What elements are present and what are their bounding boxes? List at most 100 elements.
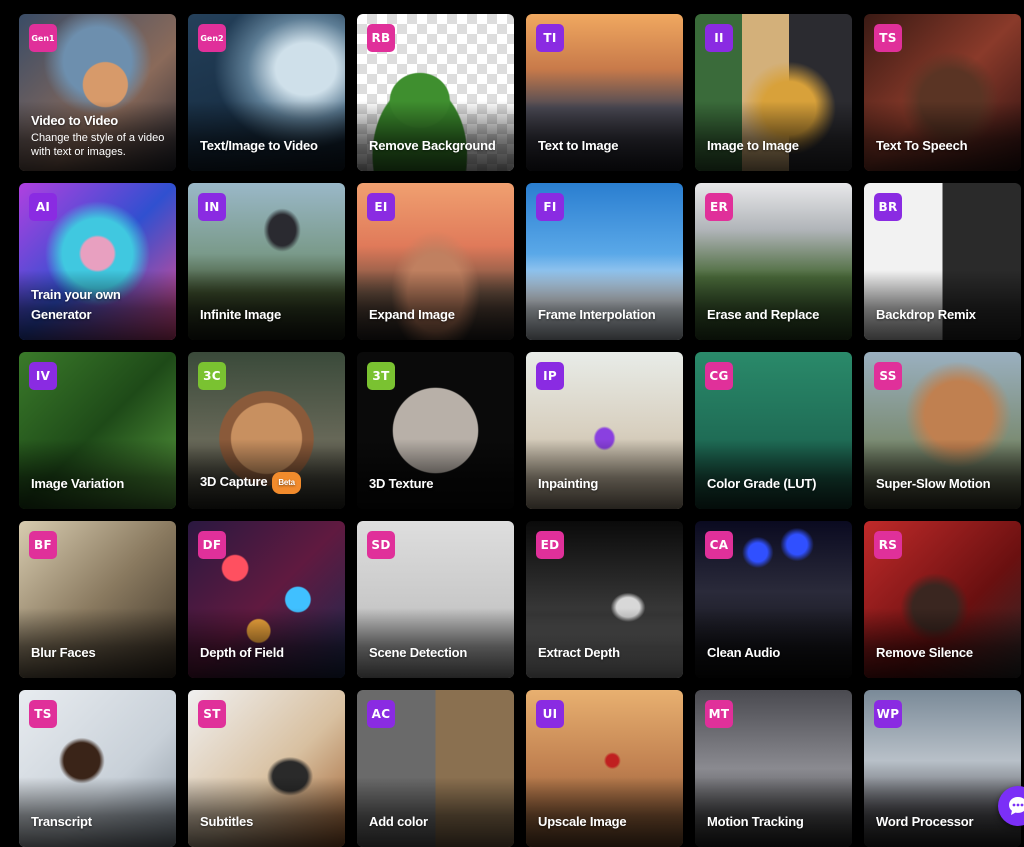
tool-card[interactable]: MT Motion Tracking (695, 690, 852, 847)
tool-title: Video to Video (31, 111, 168, 131)
tool-card[interactable]: WP Word Processor (864, 690, 1021, 847)
tool-title: Image to Image (707, 136, 844, 156)
tool-title-text: Add color (369, 814, 428, 829)
tool-title: Word Processor (876, 812, 1013, 832)
tool-badge: CA (705, 531, 733, 559)
tool-title: Backdrop Remix (876, 305, 1013, 325)
tool-title: Super-Slow Motion (876, 474, 1013, 494)
tool-title: Expand Image (369, 305, 506, 325)
tool-title: Text/Image to Video (200, 136, 337, 156)
tool-title-text: Depth of Field (200, 645, 284, 660)
tool-title-text: Text/Image to Video (200, 138, 318, 153)
tool-badge: CG (705, 362, 733, 390)
tool-card[interactable]: BF Blur Faces (19, 521, 176, 678)
tool-card[interactable]: ED Extract Depth (526, 521, 683, 678)
tool-card[interactable]: 3T 3D Texture (357, 352, 514, 509)
tool-title-text: Text To Speech (876, 138, 968, 153)
tool-badge: RS (874, 531, 902, 559)
tool-title-text: Frame Interpolation (538, 307, 656, 322)
tool-title: 3D Capture Beta (200, 472, 337, 494)
tool-card[interactable]: AC Add color (357, 690, 514, 847)
tool-card[interactable]: SD Scene Detection (357, 521, 514, 678)
tool-title-text: Clean Audio (707, 645, 781, 660)
tool-card[interactable]: Gen2 Text/Image to Video (188, 14, 345, 171)
tool-title: Remove Silence (876, 643, 1013, 663)
tool-card[interactable]: 3C 3D Capture Beta (188, 352, 345, 509)
tool-title: Clean Audio (707, 643, 844, 663)
tool-title: Text to Image (538, 136, 675, 156)
tool-badge: BF (29, 531, 57, 559)
tool-card[interactable]: ER Erase and Replace (695, 183, 852, 340)
tool-title-text: 3D Capture (200, 474, 268, 489)
tool-title-text: Image to Image (707, 138, 799, 153)
tool-card[interactable]: BR Backdrop Remix (864, 183, 1021, 340)
tool-title-text: Remove Silence (876, 645, 973, 660)
tool-card[interactable]: TS Transcript (19, 690, 176, 847)
beta-badge: Beta (272, 472, 301, 494)
tool-title-text: Scene Detection (369, 645, 468, 660)
tool-card[interactable]: UI Upscale Image (526, 690, 683, 847)
tool-card[interactable]: AI Train your own Generator (19, 183, 176, 340)
tool-card[interactable]: IP Inpainting (526, 352, 683, 509)
tool-badge: ER (705, 193, 733, 221)
tool-title: Subtitles (200, 812, 337, 832)
tool-badge: MT (705, 700, 733, 728)
tool-title-text: Super-Slow Motion (876, 476, 991, 491)
tool-badge: ED (536, 531, 564, 559)
tool-title: Motion Tracking (707, 812, 844, 832)
tool-title-text: Infinite Image (200, 307, 281, 322)
tool-title-text: Word Processor (876, 814, 974, 829)
tool-title-text: Expand Image (369, 307, 455, 322)
tool-badge: Gen1 (29, 24, 57, 52)
tool-title-text: Extract Depth (538, 645, 620, 660)
tool-title: Scene Detection (369, 643, 506, 663)
tool-title: Add color (369, 812, 506, 832)
tool-card[interactable]: CG Color Grade (LUT) (695, 352, 852, 509)
tool-card[interactable]: FI Frame Interpolation (526, 183, 683, 340)
tool-badge: IN (198, 193, 226, 221)
tool-badge: DF (198, 531, 226, 559)
tool-description: Change the style of a video with text or… (31, 132, 165, 158)
tool-card[interactable]: ST Subtitles (188, 690, 345, 847)
tool-title-text: Image Variation (31, 476, 125, 491)
tool-badge: 3T (367, 362, 395, 390)
tool-card[interactable]: II Image to Image (695, 14, 852, 171)
tool-title: Depth of Field (200, 643, 337, 663)
tool-title: Transcript (31, 812, 168, 832)
tool-card[interactable]: RS Remove Silence (864, 521, 1021, 678)
tool-title: Infinite Image (200, 305, 337, 325)
tool-title: Blur Faces (31, 643, 168, 663)
tool-badge: II (705, 24, 733, 52)
tool-title-text: Motion Tracking (707, 814, 804, 829)
tool-title-text: Transcript (31, 814, 92, 829)
tool-title: Train your own Generator (31, 285, 168, 325)
tool-title: Remove Background (369, 136, 506, 156)
tool-title: Inpainting (538, 474, 675, 494)
tool-card[interactable]: IV Image Variation (19, 352, 176, 509)
tool-title: 3D Texture (369, 474, 506, 494)
tool-title-text: Upscale Image (538, 814, 627, 829)
tool-card[interactable]: Gen1 Video to Video Change the style of a … (19, 14, 176, 171)
tool-badge: SD (367, 531, 395, 559)
tool-title: Image Variation (31, 474, 168, 494)
tool-badge: TI (536, 24, 564, 52)
tool-badge: EI (367, 193, 395, 221)
tools-grid: Gen1 Video to Video Change the style of a … (0, 0, 1024, 847)
tool-card[interactable]: IN Infinite Image (188, 183, 345, 340)
tool-badge: TS (29, 700, 57, 728)
tool-card[interactable]: CA Clean Audio (695, 521, 852, 678)
tool-badge: Gen2 (198, 24, 226, 52)
tool-card[interactable]: DF Depth of Field (188, 521, 345, 678)
tool-card[interactable]: EI Expand Image (357, 183, 514, 340)
tool-badge: BR (874, 193, 902, 221)
tool-title: Extract Depth (538, 643, 675, 663)
tool-card[interactable]: TI Text to Image (526, 14, 683, 171)
tool-title-text: Color Grade (LUT) (707, 476, 817, 491)
tool-card[interactable]: SS Super-Slow Motion (864, 352, 1021, 509)
tool-card[interactable]: RB Remove Background (357, 14, 514, 171)
tool-badge: WP (874, 700, 902, 728)
chat-bubble-icon (1009, 797, 1024, 815)
tool-title-text: Erase and Replace (707, 307, 820, 322)
tool-card[interactable]: TS Text To Speech (864, 14, 1021, 171)
tool-badge: SS (874, 362, 902, 390)
